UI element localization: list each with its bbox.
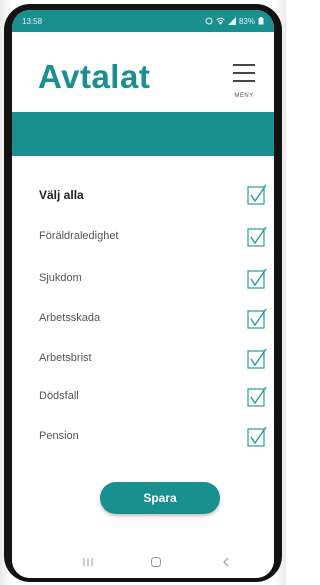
status-icons: 83% — [205, 17, 264, 26]
back-icon[interactable] — [216, 554, 236, 570]
checkbox-checked-icon[interactable] — [247, 268, 269, 290]
brand-logo[interactable]: Avtalat — [38, 58, 150, 96]
checkbox-checked-icon[interactable] — [247, 184, 269, 206]
list-item-label: Sjukdom — [39, 272, 82, 284]
list-item[interactable]: Arbetsbrist — [12, 344, 274, 374]
signal-icon — [227, 17, 236, 25]
checkbox-checked-icon[interactable] — [247, 308, 269, 330]
recents-icon[interactable] — [78, 554, 98, 570]
list-item[interactable]: Sjukdom — [12, 264, 274, 294]
menu-button[interactable]: MENY — [226, 62, 262, 102]
list-item-label: Arbetsskada — [39, 312, 101, 324]
system-nav-bar — [12, 546, 274, 578]
list-item-label: Arbetsbrist — [39, 352, 92, 364]
list-item-label: Dödsfall — [39, 390, 79, 402]
app-header: Avtalat MENY — [12, 32, 274, 112]
list-item[interactable]: Arbetsskada — [12, 304, 274, 334]
hamburger-icon-bar — [233, 72, 255, 74]
status-bar: 13:58 83% — [12, 10, 274, 32]
hamburger-icon — [233, 64, 255, 66]
phone-screen: 13:58 83% Avtalat MENY Välj alla Föräldr… — [12, 10, 274, 578]
battery-percent: 83% — [238, 16, 255, 26]
list-item-label: Pension — [39, 430, 79, 442]
battery-icon — [258, 17, 264, 25]
alarm-icon — [205, 17, 213, 25]
checkbox-checked-icon[interactable] — [247, 386, 269, 408]
checkbox-checked-icon[interactable] — [247, 426, 269, 448]
checkbox-checked-icon[interactable] — [247, 226, 269, 248]
hamburger-icon-bar — [233, 80, 255, 82]
status-time: 13:58 — [22, 16, 43, 26]
list-item[interactable]: Dödsfall — [12, 382, 274, 412]
save-button[interactable]: Spara — [100, 482, 220, 514]
checkbox-checked-icon[interactable] — [247, 348, 269, 370]
home-icon[interactable] — [146, 554, 166, 570]
list-item-label: Välj alla — [39, 188, 84, 202]
list-item-label: Föräldraledighet — [39, 230, 119, 242]
list-item[interactable]: Pension — [12, 422, 274, 452]
menu-label: MENY — [234, 93, 254, 99]
header-banner — [12, 112, 274, 156]
wifi-icon — [216, 17, 225, 25]
list-item-select-all[interactable]: Välj alla — [12, 180, 274, 210]
list-item[interactable]: Föräldraledighet — [12, 222, 274, 252]
